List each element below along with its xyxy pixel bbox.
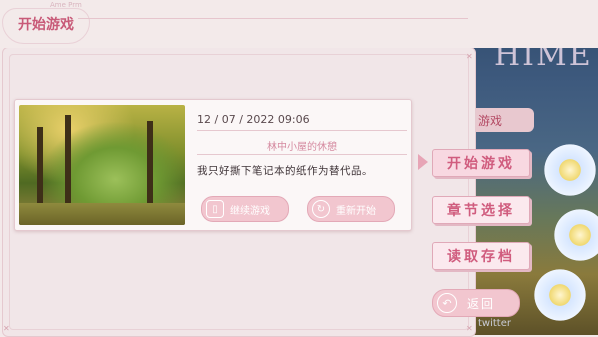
save-date: 12 / 07 / 2022 09:06 xyxy=(197,113,310,126)
chapter-select-label: 章节选择 xyxy=(447,203,515,219)
continue-game-button[interactable]: ▯ 继续游戏 xyxy=(201,196,289,222)
save-thumbnail xyxy=(19,105,185,225)
header-divider xyxy=(78,18,468,19)
restart-button[interactable]: ↻ 重新开始 xyxy=(307,196,395,222)
save-dialogue-text: 我只好撕下笔记本的纸作为替代品。 xyxy=(197,165,373,177)
corner-ornament: ✕ xyxy=(466,324,473,333)
save-slot-card[interactable]: 12 / 07 / 2022 09:06 林中小屋的休憩 我只好撕下笔记本的纸作… xyxy=(14,99,412,231)
thumbnail-tree xyxy=(147,121,153,207)
thumbnail-ground xyxy=(19,203,185,225)
thumbnail-tree xyxy=(65,115,71,207)
background-menu-label: 游戏 xyxy=(478,114,503,128)
back-icon: ↶ xyxy=(437,293,457,313)
social-footer: twitter xyxy=(478,318,511,329)
header: Ame Prm 开始游戏 xyxy=(0,0,598,48)
divider xyxy=(197,130,407,131)
flower-decoration xyxy=(550,205,598,265)
back-label: 返回 xyxy=(467,296,496,311)
book-icon: ▯ xyxy=(206,200,224,218)
start-game-button[interactable]: 开始游戏 xyxy=(432,149,530,177)
chapter-select-button[interactable]: 章节选择 xyxy=(432,196,530,224)
restart-icon: ↻ xyxy=(312,200,330,218)
save-location: 林中小屋的休憩 xyxy=(267,142,337,153)
header-subtitle: Ame Prm xyxy=(50,1,82,9)
start-game-label: 开始游戏 xyxy=(447,156,515,172)
load-save-button[interactable]: 读取存档 xyxy=(432,242,530,270)
thumbnail-tree xyxy=(37,127,43,207)
restart-label: 重新开始 xyxy=(336,205,376,217)
divider xyxy=(197,154,407,155)
load-save-label: 读取存档 xyxy=(447,249,515,265)
continue-game-label: 继续游戏 xyxy=(230,205,270,217)
back-button[interactable]: ↶ 返回 xyxy=(432,289,520,317)
corner-ornament: ✕ xyxy=(3,324,10,333)
page-title: 开始游戏 xyxy=(18,17,74,33)
arrow-right-icon xyxy=(418,154,428,170)
flower-decoration xyxy=(530,265,590,325)
flower-decoration xyxy=(540,140,598,200)
corner-ornament: ✕ xyxy=(466,52,473,61)
